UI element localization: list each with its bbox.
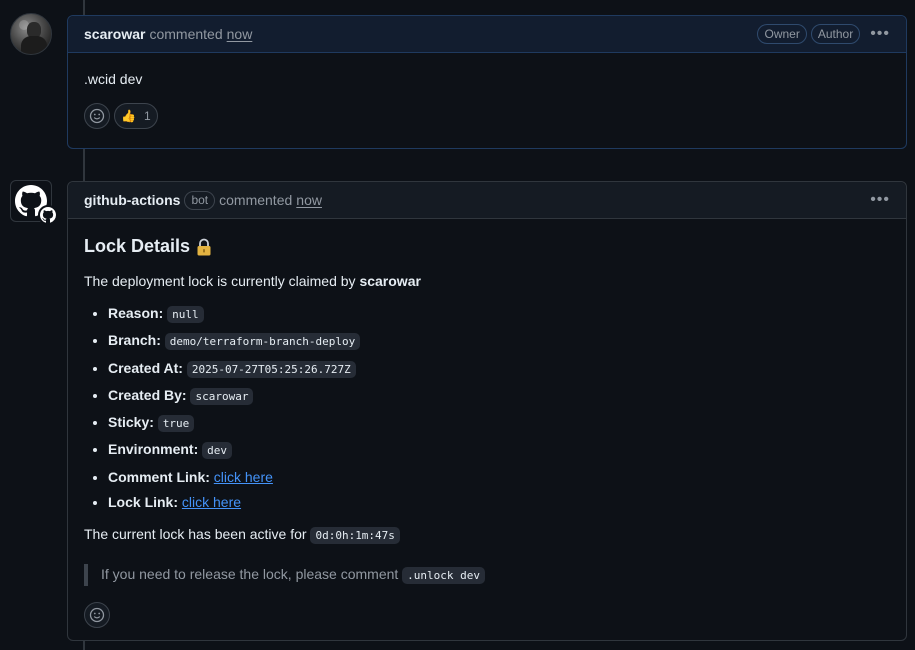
add-reaction-button[interactable] bbox=[84, 602, 110, 629]
comment-timestamp[interactable]: now bbox=[296, 192, 322, 208]
lock-details-heading: Lock Details bbox=[84, 236, 890, 257]
active-value: 0d:0h:1m:47s bbox=[310, 527, 400, 545]
lock-owner: scarowar bbox=[359, 273, 421, 289]
kebab-horizontal-icon[interactable]: ••• bbox=[870, 26, 890, 42]
detail-label: Environment: bbox=[108, 441, 199, 458]
unlock-command: .unlock dev bbox=[402, 567, 486, 585]
lock-active-duration: The current lock has been active for 0d:… bbox=[84, 524, 890, 546]
list-item: Lock Link: click here bbox=[108, 492, 890, 512]
bot-badge: bot bbox=[184, 190, 216, 210]
detail-label: Sticky: bbox=[108, 414, 154, 431]
comment-verb: commented bbox=[219, 192, 293, 208]
comment-author[interactable]: scarowar bbox=[84, 26, 145, 42]
lock-details-list: Reason: null Branch: demo/terraform-bran… bbox=[108, 303, 890, 512]
reaction-count: 1 bbox=[143, 109, 151, 123]
comment-verb: commented bbox=[149, 26, 223, 42]
comment-text: .wcid dev bbox=[84, 71, 143, 87]
detail-label: Reason: bbox=[108, 305, 164, 321]
reactions-bar: 👍 1 bbox=[84, 103, 890, 129]
comment-body: .wcid dev 👍 1 bbox=[68, 53, 906, 145]
comment-header: scarowar commented now Owner Author ••• bbox=[68, 16, 906, 53]
owner-badge: Owner bbox=[757, 24, 807, 44]
kebab-horizontal-icon[interactable]: ••• bbox=[870, 192, 890, 208]
release-hint-quote: If you need to release the lock, please … bbox=[84, 564, 890, 587]
comment-link[interactable]: click here bbox=[214, 469, 273, 485]
github-app-badge-icon bbox=[38, 205, 58, 225]
detail-label: Comment Link: bbox=[108, 468, 210, 485]
user-avatar[interactable] bbox=[10, 13, 52, 55]
comment-body: Lock Details The deployment lock is curr… bbox=[68, 219, 906, 644]
timeline-line-mid bbox=[83, 149, 85, 181]
list-item: Environment: dev bbox=[108, 439, 890, 461]
list-item: Created At: 2025-07-27T05:25:26.727Z bbox=[108, 358, 890, 380]
author-badge: Author bbox=[810, 24, 861, 44]
smiley-icon bbox=[89, 607, 105, 623]
comment-scarowar: scarowar commented now Owner Author ••• … bbox=[67, 15, 907, 149]
detail-value: null bbox=[167, 306, 204, 323]
list-item: Sticky: true bbox=[108, 412, 890, 434]
list-item: Branch: demo/terraform-branch-deploy bbox=[108, 330, 890, 352]
active-text: The current lock has been active for bbox=[84, 526, 307, 543]
thumbs-up-reaction-button[interactable]: 👍 1 bbox=[114, 103, 158, 129]
bot-avatar[interactable] bbox=[10, 180, 58, 225]
detail-value: demo/terraform-branch-deploy bbox=[164, 333, 361, 351]
list-item: Created By: scarowar bbox=[108, 385, 890, 407]
lock-link[interactable]: click here bbox=[182, 494, 241, 510]
comment-author[interactable]: github-actions bbox=[84, 192, 180, 208]
detail-value: scarowar bbox=[190, 387, 254, 405]
list-item: Reason: null bbox=[108, 303, 890, 325]
lock-details-title: Lock Details bbox=[84, 236, 191, 256]
list-item: Comment Link: click here bbox=[108, 467, 890, 487]
comment-header: github-actions bot commented now ••• bbox=[68, 182, 906, 219]
detail-value: dev bbox=[202, 442, 232, 460]
thumbs-up-icon: 👍 bbox=[121, 109, 136, 123]
timeline-line-top bbox=[83, 0, 85, 15]
release-hint-text: If you need to release the lock, please … bbox=[101, 566, 399, 583]
smiley-icon bbox=[89, 108, 105, 124]
detail-label: Branch: bbox=[108, 332, 161, 349]
lock-icon bbox=[197, 238, 211, 255]
detail-label: Created At: bbox=[108, 359, 183, 376]
lock-intro: The deployment lock is currently claimed… bbox=[84, 271, 890, 291]
add-reaction-button[interactable] bbox=[84, 103, 110, 129]
reactions-bar bbox=[84, 602, 890, 629]
detail-value: true bbox=[157, 415, 195, 433]
comment-timestamp[interactable]: now bbox=[227, 26, 253, 42]
comment-github-actions: github-actions bot commented now ••• Loc… bbox=[67, 181, 907, 641]
detail-value: 2025-07-27T05:25:26.727Z bbox=[186, 360, 356, 378]
lock-intro-text: The deployment lock is currently claimed… bbox=[84, 273, 356, 289]
detail-label: Created By: bbox=[108, 386, 187, 403]
detail-label: Lock Link: bbox=[108, 494, 179, 511]
